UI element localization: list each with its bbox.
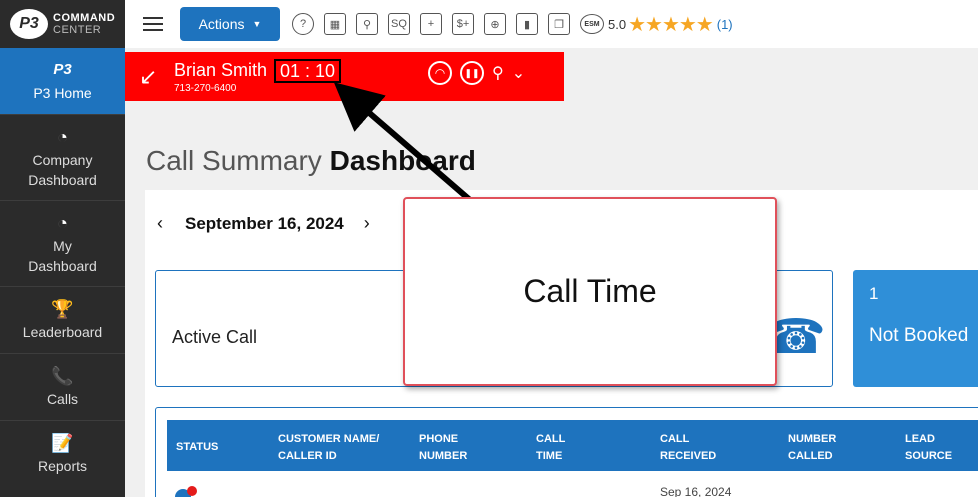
caller-name: Brian Smith xyxy=(174,60,268,80)
calendar-icon[interactable]: ▦ xyxy=(324,13,346,35)
actions-label: Actions xyxy=(198,16,245,32)
th-call-received[interactable]: CALL RECEIVED xyxy=(660,431,716,465)
annotation-callout: Call Time xyxy=(403,197,777,386)
th-customer-name[interactable]: CUSTOMER NAME/CALLER ID xyxy=(278,431,379,465)
person-search-icon[interactable]: ⚲ xyxy=(492,63,504,83)
caller-phone: 713-270-6400 xyxy=(174,83,237,94)
sidebar-item-label: My Dashboard xyxy=(28,237,97,274)
rating-count-link[interactable]: (1) xyxy=(717,17,733,32)
report-icon: 📝 xyxy=(51,433,74,453)
add-calendar-icon[interactable]: ⊕ xyxy=(484,13,506,35)
speedometer-icon: ◔ xyxy=(57,126,68,147)
logo-line-2: CENTER xyxy=(53,24,102,36)
th-phone-number[interactable]: PHONE NUMBER xyxy=(419,431,467,465)
logo-mark: P3 xyxy=(10,9,48,39)
page-title-light: Call Summary xyxy=(146,145,330,176)
not-booked-label: Not Booked xyxy=(869,325,969,346)
sidebar-item-label: Reports xyxy=(37,458,88,474)
sidebar-item-p3-home[interactable]: P3 P3 Home xyxy=(0,48,125,114)
th-lead-source[interactable]: LEAD SOURCE xyxy=(905,431,952,465)
not-booked-count: 1 xyxy=(869,284,879,303)
sidebar-item-label: Company Dashboard xyxy=(28,151,97,188)
caret-down-icon: ▼ xyxy=(252,19,262,29)
top-bar: Actions ▼ ? ▦ ⚲ SQ + $+ ⊕ ▮ ❐ ESM 5.0 ★★… xyxy=(125,0,978,48)
sidebar-item-leaderboard[interactable]: 🏆 Leaderboard xyxy=(0,286,125,353)
phone-icon: 📞 xyxy=(51,366,74,386)
sidebar-item-reports[interactable]: 📝 Reports xyxy=(0,420,125,487)
next-date-icon[interactable]: › xyxy=(364,213,370,234)
copy-icon[interactable]: ❐ xyxy=(548,13,570,35)
alert-dot-icon xyxy=(187,486,197,496)
esm-badge-icon[interactable]: ESM xyxy=(580,14,604,34)
trophy-icon: 🏆 xyxy=(51,299,74,319)
sidebar-item-my-dashboard[interactable]: ◔ My Dashboard xyxy=(0,200,125,286)
th-number-called[interactable]: NUMBER CALLED xyxy=(788,431,836,465)
chevron-down-icon[interactable]: ⌄ xyxy=(512,63,525,83)
logo-text: COMMAND CENTER xyxy=(53,12,115,36)
actions-button[interactable]: Actions ▼ xyxy=(180,7,280,41)
current-date: September 16, 2024 xyxy=(185,213,344,233)
th-status[interactable]: STATUS xyxy=(176,439,218,456)
add-user-icon[interactable]: + xyxy=(420,13,442,35)
incoming-call-icon: ↙ xyxy=(139,64,158,89)
app-logo[interactable]: P3 COMMAND CENTER xyxy=(0,0,125,48)
toolbar-icons: ? ▦ ⚲ SQ + $+ ⊕ ▮ ❐ xyxy=(292,13,570,35)
call-received-cell: Sep 16, 2024 xyxy=(660,485,732,497)
hamburger-menu-icon[interactable] xyxy=(143,13,163,35)
annotation-text: Call Time xyxy=(523,273,657,309)
sidebar-item-company-dashboard[interactable]: ◔ Company Dashboard xyxy=(0,114,125,200)
chart-icon[interactable]: ▮ xyxy=(516,13,538,35)
sidebar-item-calls[interactable]: 📞 Calls xyxy=(0,353,125,420)
sidebar-item-label: P3 Home xyxy=(33,85,92,101)
help-icon[interactable]: ? xyxy=(292,13,314,35)
not-booked-card[interactable]: 1 Not Booked xyxy=(853,270,978,387)
active-call-label: Active Call xyxy=(172,327,258,347)
p3-home-icon: P3 xyxy=(53,61,72,78)
rating-stars-icon: ★★★★★ xyxy=(628,13,714,36)
sidebar: P3 COMMAND CENTER P3 P3 Home ◔ Company D… xyxy=(0,0,125,497)
logo-line-1: COMMAND xyxy=(53,12,116,24)
prev-date-icon[interactable]: ‹ xyxy=(157,213,163,234)
sidebar-item-label: Calls xyxy=(46,391,79,407)
calls-table: STATUS CUSTOMER NAME/CALLER ID PHONE NUMB… xyxy=(155,407,978,497)
th-call-time[interactable]: CALL TIME xyxy=(536,431,565,465)
speedometer-icon: ◔ xyxy=(57,212,68,233)
sidebar-item-label: Leaderboard xyxy=(22,324,103,340)
table-header: STATUS CUSTOMER NAME/CALLER ID PHONE NUMB… xyxy=(167,420,978,471)
user-search-icon[interactable]: ⚲ xyxy=(356,13,378,35)
table-row[interactable]: Sep 16, 2024 xyxy=(167,471,978,497)
annotation-arrow-icon xyxy=(333,82,472,203)
sq-search-icon[interactable]: SQ xyxy=(388,13,410,35)
add-invoice-icon[interactable]: $+ xyxy=(452,13,474,35)
rating-value: 5.0 xyxy=(608,16,627,32)
date-navigator: ‹ September 16, 2024 › xyxy=(157,213,370,234)
